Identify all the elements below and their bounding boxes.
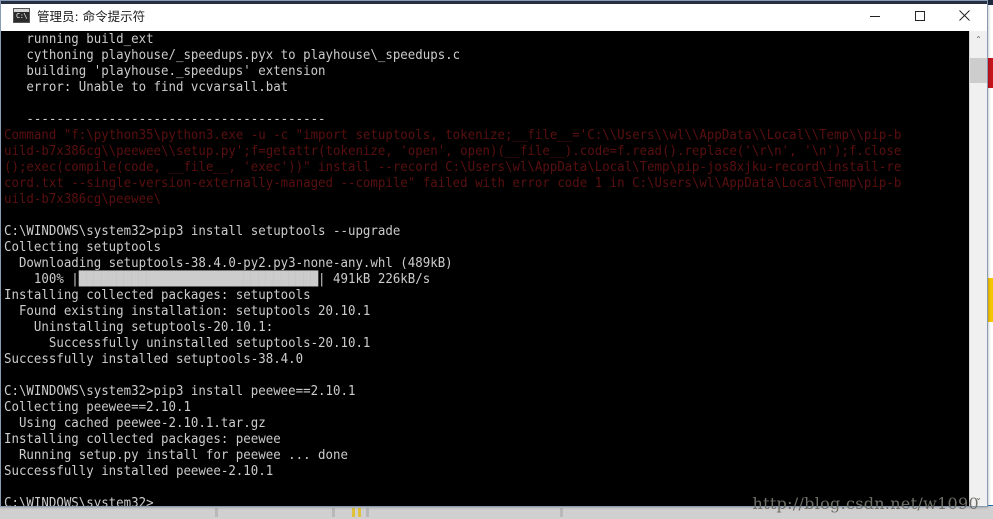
console-line: C:\WINDOWS\system32>pip3 install peewee=…: [4, 383, 356, 399]
console-line: Collecting peewee==2.10.1: [4, 399, 191, 415]
console-line: Running setup.py install for peewee ... …: [4, 447, 348, 463]
close-button[interactable]: [942, 1, 987, 30]
minimize-button[interactable]: [852, 1, 897, 30]
console-line: ();exec(compile(code, __file__, 'exec'))…: [4, 159, 902, 175]
console-line: running build_ext: [4, 31, 154, 47]
console-body[interactable]: running build_ext cythoning playhouse/_s…: [1, 31, 987, 506]
window-title: 管理员: 命令提示符: [37, 9, 146, 24]
console-line: Successfully installed peewee-2.10.1: [4, 463, 274, 479]
console-output[interactable]: running build_ext cythoning playhouse/_s…: [1, 31, 969, 506]
scrollbar-thumb[interactable]: [970, 58, 987, 83]
console-line: error: Unable to find vcvarsall.bat: [4, 79, 289, 95]
console-line: Installing collected packages: setuptool…: [4, 287, 311, 303]
console-line: Successfully installed setuptools-38.4.0: [4, 351, 304, 367]
window-titlebar[interactable]: C:\ 管理员: 命令提示符: [1, 1, 987, 31]
titlebar-accent: [1, 1, 987, 4]
background-tick: [366, 508, 369, 517]
background-tick: [332, 508, 335, 517]
background-tick: [560, 508, 563, 517]
console-line: Installing collected packages: peewee: [4, 431, 281, 447]
console-line: ----------------------------------------: [4, 111, 326, 127]
background-tick: [215, 508, 218, 517]
console-line: uild-b7x386cg\peewee\: [4, 191, 162, 207]
console-line: cythoning playhouse/_speedups.pyx to pla…: [4, 47, 461, 63]
watermark-url: http://blog.csdn.net/w1090: [752, 494, 979, 513]
screen-root: —nesne'n日oepo C:\ 管理员: 命令提示符: [0, 0, 993, 519]
maximize-button[interactable]: [897, 1, 942, 30]
console-line: cord.txt --single-version-externally-man…: [4, 175, 902, 191]
console-line: building 'playhouse._speedups' extension: [4, 63, 326, 79]
background-tick: [352, 508, 355, 517]
background-tick: [358, 508, 361, 517]
console-line: Found existing installation: setuptools …: [4, 303, 371, 319]
window-controls[interactable]: [852, 1, 987, 30]
console-line: uild-b7x386cg\\peewee\\setup.py';f=getat…: [4, 143, 902, 159]
scrollbar-track[interactable]: [970, 48, 987, 489]
cmd-icon-prompt-glyph: C:\: [16, 12, 28, 20]
console-line: Uninstalling setuptools-20.10.1:: [4, 319, 274, 335]
console-line: 100% |████████████████████████████████| …: [4, 271, 431, 287]
console-line: Using cached peewee-2.10.1.tar.gz: [4, 415, 266, 431]
command-prompt-window[interactable]: C:\ 管理员: 命令提示符 running build_ext cythoni…: [0, 0, 988, 507]
console-scrollbar[interactable]: ⌃ ⌄: [969, 31, 987, 506]
cmd-app-icon: C:\: [13, 8, 30, 23]
console-line: Command "f:\python35\python3.exe -u -c "…: [4, 127, 902, 143]
console-line: Downloading setuptools-38.4.0-py2.py3-no…: [4, 255, 453, 271]
console-line: Successfully uninstalled setuptools-20.1…: [4, 335, 371, 351]
console-line: C:\WINDOWS\system32>pip3 install setupto…: [4, 223, 401, 239]
console-line: Collecting setuptools: [4, 239, 162, 255]
scroll-up-arrow-icon[interactable]: ⌃: [970, 31, 987, 48]
